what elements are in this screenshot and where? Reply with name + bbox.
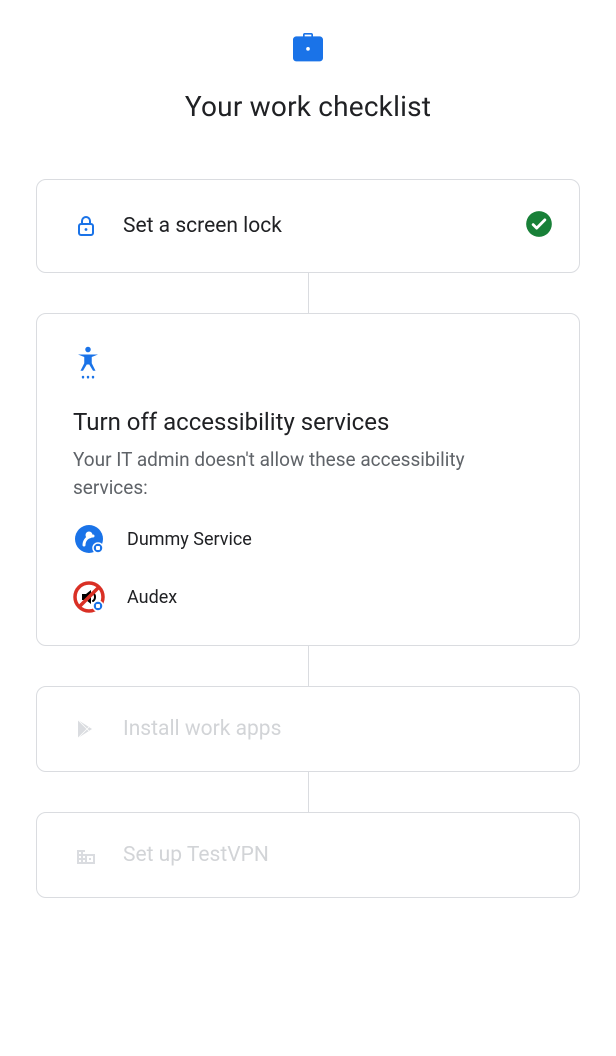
dummy-service-icon [73, 523, 105, 555]
checklist-item-accessibility[interactable]: Turn off accessibility services Your IT … [36, 313, 580, 646]
connector [308, 273, 309, 313]
checklist: Set a screen lock [36, 179, 580, 898]
checklist-item-label: Set a screen lock [123, 214, 525, 238]
domain-icon [73, 843, 99, 867]
blocked-services-list: Dummy Service Audex [73, 523, 543, 613]
checklist-item-install-apps: Install work apps [36, 686, 580, 772]
briefcase-icon [288, 28, 328, 72]
checklist-item-description: Your IT admin doesn't allow these access… [73, 446, 543, 501]
lock-icon [73, 214, 99, 238]
checklist-item-label: Install work apps [123, 717, 553, 741]
checkmark-icon [525, 210, 553, 242]
checklist-item-label: Set up TestVPN [123, 843, 553, 867]
connector [308, 646, 309, 686]
list-item: Audex [73, 581, 543, 613]
checklist-item-setup-vpn: Set up TestVPN [36, 812, 580, 898]
play-store-icon [73, 717, 99, 741]
list-item: Dummy Service [73, 523, 543, 555]
checklist-item-screen-lock[interactable]: Set a screen lock [36, 179, 580, 273]
connector [308, 772, 309, 812]
page-title: Your work checklist [185, 90, 431, 123]
service-name: Dummy Service [127, 529, 252, 550]
accessibility-icon [73, 365, 103, 384]
service-name: Audex [127, 587, 177, 608]
audex-icon [73, 581, 105, 613]
checklist-item-title: Turn off accessibility services [73, 408, 543, 436]
